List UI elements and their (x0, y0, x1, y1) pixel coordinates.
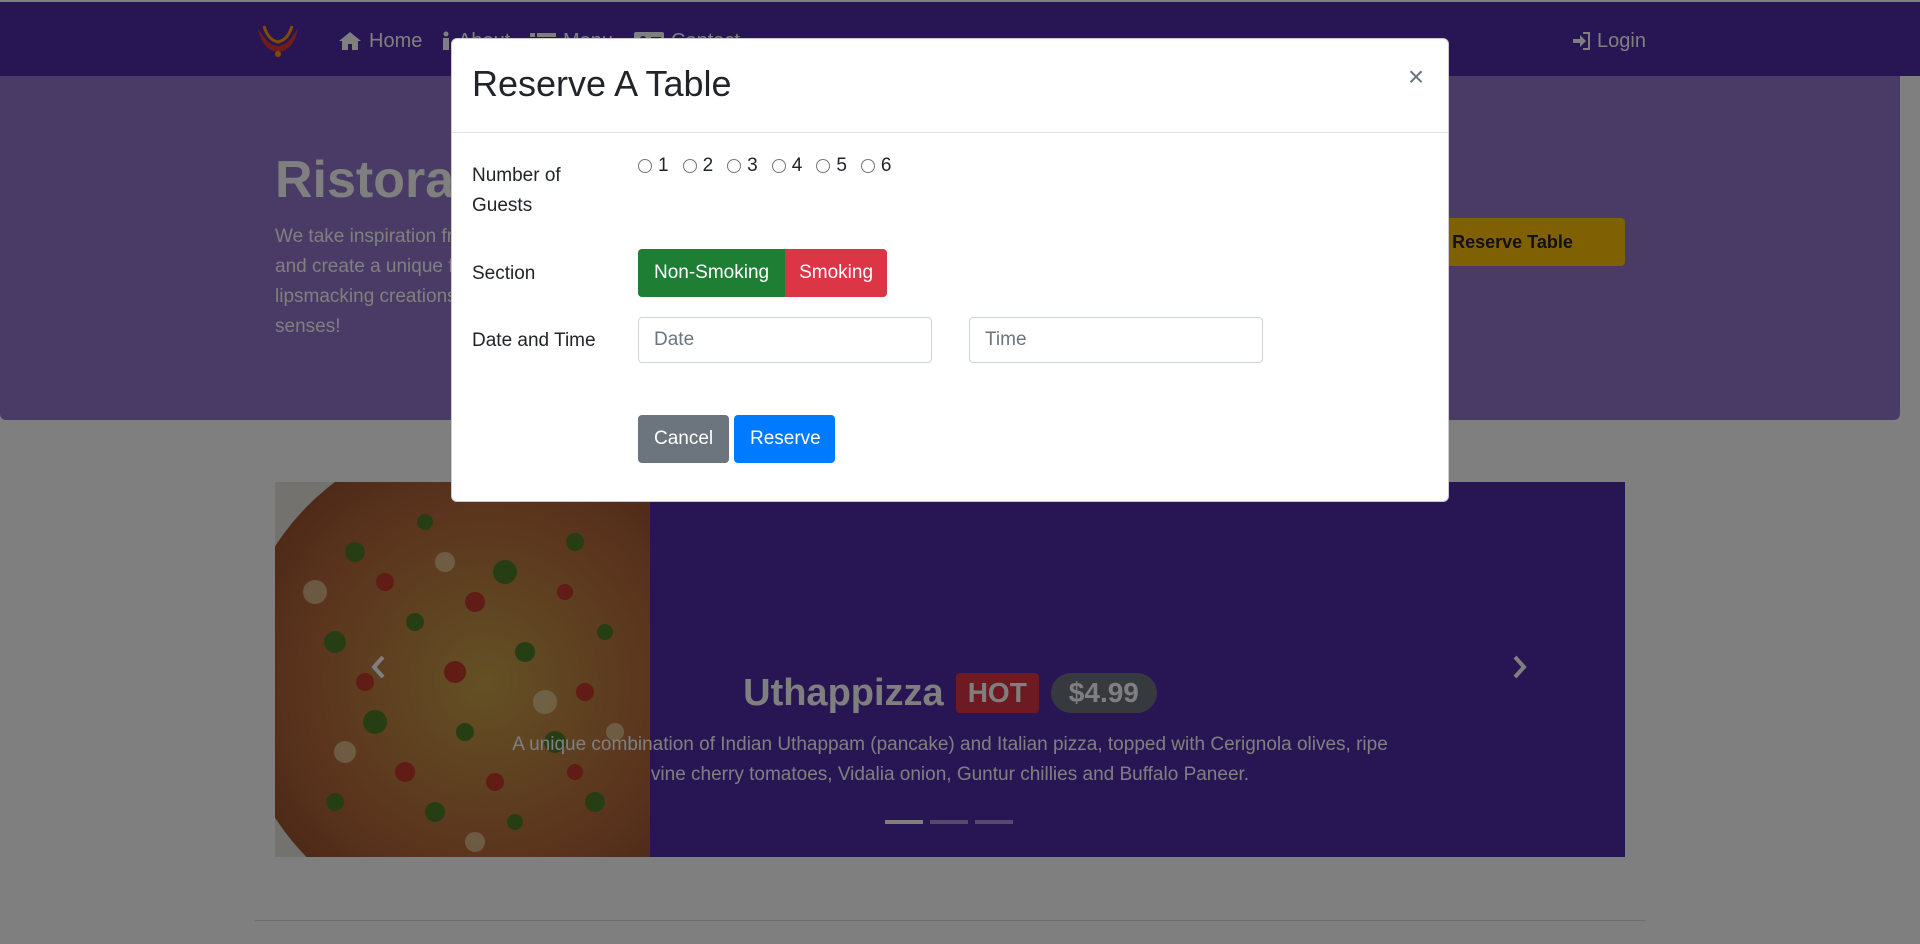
guests-radio-4[interactable] (771, 159, 786, 173)
cancel-button[interactable]: Cancel (638, 415, 729, 463)
reserve-button[interactable]: Reserve (734, 415, 835, 463)
non-smoking-button[interactable]: Non-Smoking (638, 249, 786, 297)
guests-option-label: 6 (880, 155, 892, 176)
datetime-label: Date and Time (472, 330, 596, 351)
guests-option-label: 1 (658, 155, 669, 176)
close-button[interactable]: × (1404, 63, 1428, 91)
date-input[interactable] (638, 317, 932, 363)
guests-option-label: 5 (836, 155, 847, 176)
guests-option-label: 2 (702, 155, 714, 176)
section-toggle: Non-Smoking Smoking (638, 249, 888, 297)
guests-option-4[interactable]: 4 (771, 155, 803, 177)
guests-option-1[interactable]: 1 (638, 155, 669, 177)
reserve-modal: Reserve A Table × Number of Guests 1 2 3… (451, 38, 1449, 502)
guests-radio-5[interactable] (816, 159, 831, 173)
modal-title: Reserve A Table (472, 63, 732, 104)
guests-option-6[interactable]: 6 (860, 155, 892, 177)
smoking-button[interactable]: Smoking (785, 249, 888, 297)
guests-option-3[interactable]: 3 (727, 155, 758, 177)
guests-radio-2[interactable] (682, 159, 697, 173)
guests-option-5[interactable]: 5 (816, 155, 847, 177)
modal-header: Reserve A Table × (452, 39, 1448, 133)
guests-radio-3[interactable] (727, 159, 742, 173)
guests-option-2[interactable]: 2 (682, 155, 714, 177)
section-label: Section (472, 263, 536, 284)
guests-label: Number of Guests (472, 165, 561, 216)
guests-radio-1[interactable] (638, 159, 652, 173)
guests-option-label: 4 (791, 155, 803, 176)
guests-radio-group: 1 2 3 4 5 6 (638, 155, 891, 177)
guests-option-label: 3 (747, 155, 758, 176)
guests-radio-6[interactable] (860, 159, 875, 173)
time-input[interactable] (969, 317, 1263, 363)
